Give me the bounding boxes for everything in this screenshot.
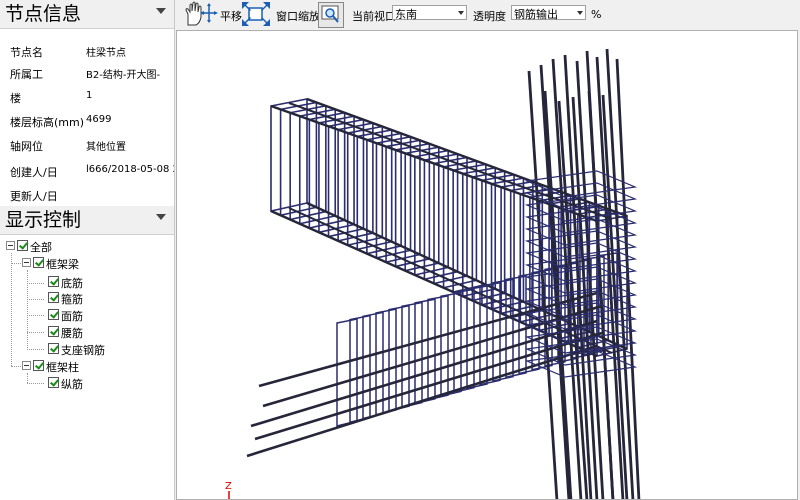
checkbox-frame-column[interactable] [33, 360, 44, 371]
prop-key: 所属工 [10, 68, 43, 81]
prop-row-created: 创建人/日 l666/2018-05-08 20 [0, 160, 174, 182]
left-panel: 节点信息 节点名 柱梁节点 所属工 B2-结构-开大图- 楼 1 楼层标高(mm… [0, 0, 175, 500]
checkbox-all[interactable] [17, 240, 28, 251]
tree-label: 框架梁 [46, 258, 79, 271]
axis-gizmo: Z [225, 481, 232, 499]
rebar-3d-model[interactable]: Z [177, 31, 798, 500]
checkbox-stirrup[interactable] [48, 292, 59, 303]
tree-item-stirrup[interactable]: 箍筋 [0, 290, 174, 307]
pan-hand-icon[interactable] [182, 1, 218, 30]
tree-label: 面筋 [61, 310, 83, 323]
collapse-icon[interactable] [22, 258, 31, 267]
prop-key: 创建人/日 [10, 166, 58, 179]
toolbar: 平移 窗口缩放 当前视口 东南 透明度 钢筋输出 % [176, 0, 800, 30]
prop-row-project: 所属工 B2-结构-开大图- [0, 62, 174, 84]
tree-item-top-bar[interactable]: 面筋 [0, 307, 174, 324]
prop-row-axis: 轴网位 其他位置 [0, 134, 174, 156]
tree-item-support-bar[interactable]: 支座钢筋 [0, 341, 174, 358]
column-stirrup [524, 182, 638, 210]
checkbox-longitudinal-bar[interactable] [48, 377, 59, 388]
prop-row-node-name: 节点名 柱梁节点 [0, 40, 174, 62]
prop-key: 轴网位 [10, 140, 43, 153]
collapse-arrow-icon[interactable] [156, 8, 166, 14]
prop-value: 其他位置 [86, 142, 126, 153]
zoom-extents-icon[interactable] [241, 1, 271, 30]
prop-value: 1 [86, 90, 93, 101]
prop-value: 柱梁节点 [86, 48, 126, 59]
prop-value: l666/2018-05-08 20 [86, 164, 174, 175]
collapse-arrow-icon[interactable] [156, 214, 166, 220]
transparency-label: 透明度 [473, 10, 506, 23]
prop-key: 楼 [10, 92, 21, 105]
column-longitudinal-bars [524, 48, 641, 499]
checkbox-support-bar[interactable] [48, 343, 59, 354]
collapse-icon[interactable] [6, 241, 15, 250]
current-view-value: 东南 [395, 8, 417, 21]
prop-key: 楼层标高(mm) [10, 116, 85, 129]
z-axis-label: Z [225, 481, 232, 492]
current-view-label: 当前视口 [352, 10, 396, 23]
tree-item-bottom-bar[interactable]: 底筋 [0, 274, 174, 291]
node-info-header[interactable]: 节点信息 [0, 0, 174, 29]
pan-button[interactable]: 平移 [220, 8, 242, 24]
3d-viewport[interactable]: Z [176, 30, 798, 500]
tree-item-longitudinal-bar[interactable]: 纵筋 [0, 375, 174, 392]
prop-value: B2-结构-开大图- [86, 70, 161, 81]
tree-item-frame-beam[interactable]: 框架梁 [0, 255, 174, 272]
node-info-title: 节点信息 [5, 3, 82, 25]
current-view-select[interactable]: 东南 [392, 5, 467, 21]
tree-label: 全部 [30, 241, 52, 254]
checkbox-frame-beam[interactable] [33, 257, 44, 268]
tree-item-all[interactable]: 全部 [0, 238, 174, 255]
tree-label: 框架柱 [46, 361, 79, 374]
prop-key: 节点名 [10, 46, 43, 59]
chevron-down-icon [458, 11, 464, 15]
tree-item-frame-column[interactable]: 框架柱 [0, 358, 174, 375]
display-control-header[interactable]: 显示控制 [0, 206, 174, 235]
prop-value: 4699 [86, 114, 112, 125]
prop-row-elevation: 楼层标高(mm) 4699 [0, 110, 174, 132]
prop-key: 更新人/日 [10, 190, 58, 203]
checkbox-bottom-bar[interactable] [48, 276, 59, 287]
tree-item-waist-bar[interactable]: 腰筋 [0, 324, 174, 341]
tree-label: 纵筋 [61, 378, 83, 391]
display-control-title: 显示控制 [5, 209, 82, 231]
tree-label: 腰筋 [61, 327, 83, 340]
prop-row-updated: 更新人/日 [0, 184, 174, 206]
zoom-window-button[interactable]: 窗口缩放 [276, 8, 320, 24]
checkbox-waist-bar[interactable] [48, 326, 59, 337]
tree-label: 支座钢筋 [61, 344, 105, 357]
transparency-value: 钢筋输出 [514, 8, 558, 21]
prop-row-floor: 楼 1 [0, 86, 174, 108]
tree-label: 底筋 [61, 277, 83, 290]
collapse-icon[interactable] [22, 361, 31, 370]
checkbox-top-bar[interactable] [48, 309, 59, 320]
transparency-select[interactable]: 钢筋输出 [511, 5, 586, 21]
percent-label: % [591, 8, 602, 21]
tree-label: 箍筋 [61, 293, 83, 306]
chevron-down-icon [577, 11, 583, 15]
column-stirrup [524, 170, 638, 198]
zoom-window-icon[interactable] [318, 2, 344, 28]
